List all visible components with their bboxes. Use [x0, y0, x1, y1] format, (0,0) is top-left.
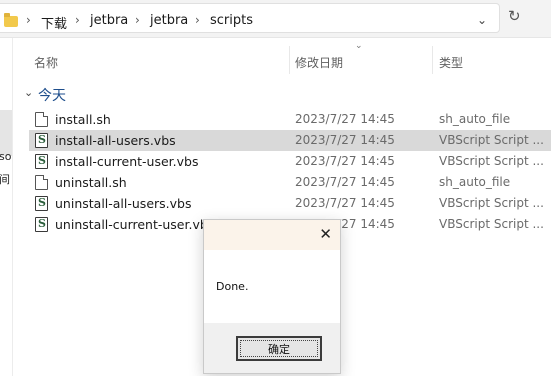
- breadcrumb-separator: ›: [135, 13, 140, 27]
- file-name: install-all-users.vbs: [55, 133, 176, 148]
- navigation-pane: so 间: [0, 38, 13, 376]
- column-divider[interactable]: [432, 46, 433, 74]
- folder-icon: [4, 13, 18, 27]
- file-row[interactable]: uninstall.sh 2023/7/27 14:45 sh_auto_file: [29, 172, 551, 193]
- nav-item-fragment[interactable]: 间: [0, 171, 10, 187]
- file-row[interactable]: uninstall-all-users.vbs 2023/7/27 14:45 VB…: [29, 193, 551, 214]
- breadcrumb-separator: ›: [195, 13, 200, 27]
- file-date: 2023/7/27 14:45: [295, 133, 395, 147]
- document-icon: [35, 175, 48, 190]
- breadcrumb-jetbra-2[interactable]: jetbra: [150, 13, 188, 28]
- vbscript-icon: [35, 154, 48, 169]
- dialog-message: Done.: [216, 280, 249, 293]
- file-type: sh_auto_file: [439, 112, 511, 126]
- chevron-down-icon[interactable]: ⌄: [477, 13, 487, 27]
- file-name: uninstall-all-users.vbs: [55, 196, 192, 211]
- file-type: VBScript Script ...: [439, 196, 544, 210]
- file-row[interactable]: install.sh 2023/7/27 14:45 sh_auto_file: [29, 109, 551, 130]
- file-row[interactable]: install-current-user.vbs 2023/7/27 14:45 V…: [29, 151, 551, 172]
- group-collapse-chevron-icon[interactable]: ⌄: [24, 86, 33, 99]
- column-header-date[interactable]: 修改日期: [295, 54, 343, 71]
- group-label-today[interactable]: 今天: [38, 85, 66, 105]
- file-date: 2023/7/27 14:45: [295, 196, 395, 210]
- file-name: uninstall-current-user.vbs: [55, 217, 215, 232]
- vbscript-icon: [35, 196, 48, 211]
- breadcrumb-scripts[interactable]: scripts: [210, 13, 253, 28]
- refresh-icon[interactable]: ↻: [508, 7, 521, 25]
- vbscript-icon: [35, 217, 48, 232]
- document-icon: [35, 112, 48, 127]
- breadcrumb-jetbra-1[interactable]: jetbra: [90, 13, 128, 28]
- address-box[interactable]: › 下载 › jetbra › jetbra › scripts ⌄: [0, 3, 500, 33]
- file-type: VBScript Script ...: [439, 217, 544, 231]
- file-type: sh_auto_file: [439, 175, 511, 189]
- file-name: uninstall.sh: [55, 175, 127, 190]
- message-dialog: ✕ Done. 确定: [203, 219, 341, 374]
- file-name: install-current-user.vbs: [55, 154, 199, 169]
- sort-chevron-icon: ⌄: [355, 41, 363, 51]
- breadcrumb-separator: ›: [26, 13, 31, 27]
- address-bar: › 下载 › jetbra › jetbra › scripts ⌄ ↻: [0, 0, 551, 38]
- column-header-type[interactable]: 类型: [439, 54, 463, 71]
- dialog-footer: 确定: [204, 323, 340, 373]
- close-icon[interactable]: ✕: [319, 225, 332, 243]
- column-divider[interactable]: [289, 46, 290, 74]
- file-date: 2023/7/27 14:45: [295, 154, 395, 168]
- dialog-title-bar[interactable]: ✕: [204, 220, 340, 250]
- file-date: 2023/7/27 14:45: [295, 112, 395, 126]
- ok-button[interactable]: 确定: [236, 336, 322, 361]
- column-header-name[interactable]: 名称: [34, 54, 58, 71]
- breadcrumb-separator: ›: [75, 13, 80, 27]
- breadcrumb-downloads[interactable]: 下载: [41, 13, 67, 32]
- vbscript-icon: [35, 133, 48, 148]
- nav-item-fragment[interactable]: so: [0, 150, 11, 163]
- file-date: 2023/7/27 14:45: [295, 175, 395, 189]
- file-type: VBScript Script ...: [439, 154, 544, 168]
- file-type: VBScript Script ...: [439, 133, 544, 147]
- file-name: install.sh: [55, 112, 111, 127]
- file-row[interactable]: install-all-users.vbs 2023/7/27 14:45 VBSc…: [29, 130, 551, 151]
